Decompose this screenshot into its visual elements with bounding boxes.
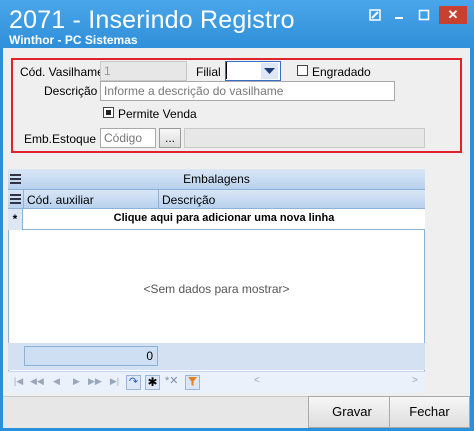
refresh-icon[interactable]: ↷: [126, 375, 141, 390]
scroll-right-icon[interactable]: >: [412, 375, 418, 386]
footer-count: 0: [24, 346, 158, 366]
close-button[interactable]: ✕: [439, 6, 467, 24]
cod-vasilhame-field[interactable]: 1: [100, 61, 187, 81]
filter-icon[interactable]: [185, 375, 200, 390]
chevron-down-icon[interactable]: [261, 63, 278, 79]
column-divider: [158, 190, 159, 209]
last-icon[interactable]: ▶|: [108, 375, 121, 388]
maximize-button[interactable]: [413, 9, 435, 23]
emb-estoque-label: Emb.Estoque: [24, 132, 97, 146]
emb-estoque-description-field: [184, 128, 425, 148]
emb-estoque-lookup-button[interactable]: ...: [159, 128, 181, 148]
new-row-text[interactable]: Clique aqui para adicionar uma nova linh…: [23, 212, 425, 224]
gravar-button[interactable]: Gravar: [308, 396, 396, 428]
engradado-label: Engradado: [312, 65, 371, 79]
edit-icon[interactable]: [364, 9, 386, 23]
descricao-field[interactable]: Informe a descrição do vasilhame: [100, 81, 395, 101]
next-icon[interactable]: ▶: [70, 375, 83, 388]
column-chooser-icon[interactable]: [10, 193, 21, 204]
minimize-button[interactable]: [388, 9, 410, 23]
column-header-descricao[interactable]: Descrição: [162, 193, 215, 207]
column-divider: [23, 190, 24, 209]
insert-icon[interactable]: ✱: [145, 375, 160, 390]
window-subtitle: Winthor - PC Sistemas: [9, 33, 138, 47]
next-page-icon[interactable]: ▶▶: [88, 375, 102, 388]
prev-icon[interactable]: ◀: [50, 375, 63, 388]
column-header-cod-auxiliar[interactable]: Cód. auxiliar: [27, 193, 94, 207]
engradado-checkbox[interactable]: [297, 65, 308, 76]
scroll-left-icon[interactable]: <: [254, 375, 260, 386]
emb-estoque-code-field[interactable]: Código: [100, 128, 156, 148]
text-cursor: [226, 62, 227, 79]
cod-vasilhame-label: Cód. Vasilhame: [20, 65, 104, 79]
permite-venda-label: Permite Venda: [118, 107, 197, 121]
permite-venda-checkbox[interactable]: [103, 107, 114, 118]
first-icon[interactable]: |◀: [12, 375, 25, 388]
prev-page-icon[interactable]: ◀◀: [30, 375, 44, 388]
descricao-label: Descrição: [44, 84, 98, 98]
fechar-button[interactable]: Fechar: [389, 396, 470, 428]
new-row-indicator: *: [8, 209, 23, 230]
close-icon: ✕: [447, 7, 459, 22]
filial-label: Filial: [196, 65, 221, 79]
delete-icon[interactable]: *✕: [165, 375, 179, 388]
window-title: 2071 - Inserindo Registro: [9, 6, 295, 34]
grid-title: Embalagens: [183, 172, 250, 186]
empty-data-message: <Sem dados para mostrar>: [143, 282, 290, 296]
